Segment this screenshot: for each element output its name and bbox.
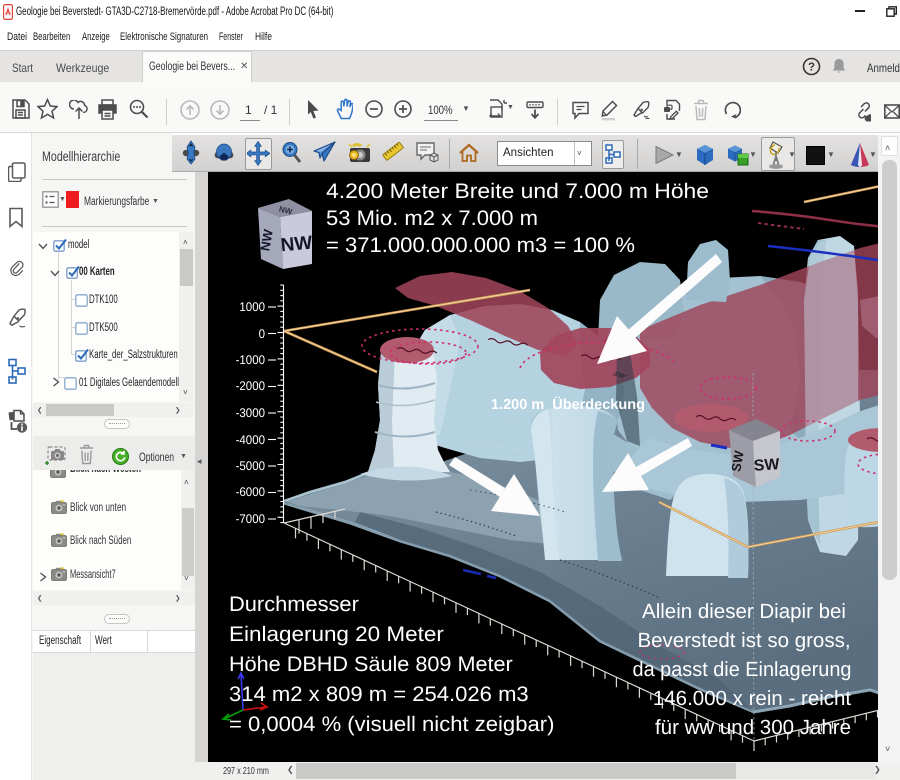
svg-text:-7000: -7000 <box>236 512 265 526</box>
svg-text:0: 0 <box>259 327 265 341</box>
svg-text:-3000: -3000 <box>236 406 265 420</box>
svg-text:Durchmesser: Durchmesser <box>229 593 359 616</box>
svg-text:Höhe DBHD Säule 809 Meter: Höhe DBHD Säule 809 Meter <box>229 653 513 676</box>
svg-text:= 0,0004 % (visuell nicht zeig: = 0,0004 % (visuell nicht zeigbar) <box>229 713 554 736</box>
svg-text:53 Mio. m2 x 7.000 m: 53 Mio. m2 x 7.000 m <box>326 207 538 230</box>
svg-text:1000: 1000 <box>239 300 265 314</box>
svg-text:-5000: -5000 <box>236 459 265 473</box>
svg-text:= 371.000.000.000 m3 = 100 %: = 371.000.000.000 m3 = 100 % <box>326 234 635 257</box>
svg-text:Einlagerung 20 Meter: Einlagerung 20 Meter <box>229 623 444 646</box>
svg-text:1.200 m Überdeckung: 1.200 m Überdeckung <box>491 396 645 413</box>
svg-text:SW: SW <box>753 456 781 475</box>
svg-text:-4000: -4000 <box>236 433 265 447</box>
svg-text:-6000: -6000 <box>236 485 265 499</box>
svg-text:Beverstedt ist so gross,: Beverstedt ist so gross, <box>637 629 850 652</box>
svg-text:für ww und 300 Jahre: für ww und 300 Jahre <box>655 716 851 739</box>
svg-text:-1000: -1000 <box>236 353 265 367</box>
svg-text:314 m2 x 809 m = 254.026 m3: 314 m2 x 809 m = 254.026 m3 <box>229 683 529 706</box>
svg-text:da passt die Einlagerung: da passt die Einlagerung <box>633 658 852 681</box>
svg-text:Allein dieser Diapir bei: Allein dieser Diapir bei <box>642 600 846 623</box>
svg-text:146.000 x rein - reicht: 146.000 x rein - reicht <box>653 687 852 710</box>
svg-text:NW: NW <box>280 233 313 257</box>
svg-text:?: ? <box>808 62 815 74</box>
svg-text:-2000: -2000 <box>236 379 265 393</box>
svg-text:4.200 Meter Breite und 7.000 m: 4.200 Meter Breite und 7.000 m Höhe <box>326 180 709 203</box>
